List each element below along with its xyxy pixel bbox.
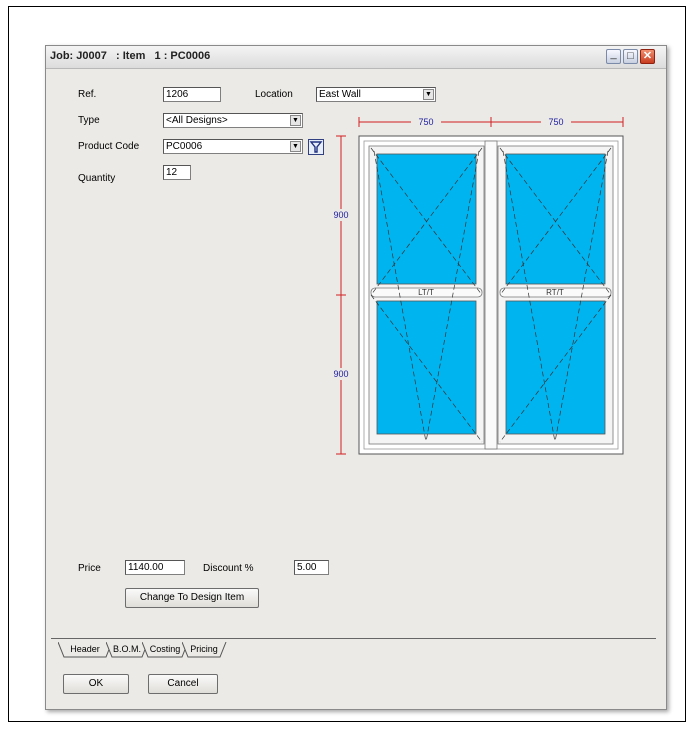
center-mullion [484, 140, 498, 450]
product-code-label: Product Code [78, 141, 140, 152]
tab-label: Header [70, 644, 100, 654]
type-label: Type [78, 115, 100, 126]
tab-label: Costing [149, 644, 181, 654]
location-select[interactable]: East Wall ▼ [316, 87, 436, 102]
quantity-input[interactable]: 12 [163, 165, 191, 180]
change-to-design-item-button[interactable]: Change To Design Item [125, 588, 259, 608]
width-right-label: 750 [548, 117, 563, 127]
tab-header[interactable]: Header [58, 642, 113, 658]
chevron-down-icon[interactable]: ▼ [290, 141, 301, 152]
window-design-drawing: 750 750 900 900 LT/T RT/T [330, 115, 624, 455]
type-select[interactable]: <All Designs> ▼ [163, 113, 303, 128]
close-icon: ✕ [642, 50, 653, 62]
ref-input[interactable]: 1206 [163, 87, 221, 102]
maximize-icon: □ [627, 50, 634, 62]
job-item-dialog: Job: J0007 : Item 1 : PC0006 _ □ ✕ Ref. … [45, 45, 667, 710]
minimize-icon: _ [610, 48, 617, 60]
chevron-down-icon[interactable]: ▼ [423, 89, 434, 100]
ref-label: Ref. [78, 89, 97, 100]
discount-label: Discount % [203, 563, 254, 574]
right-sash-label: RT/T [546, 288, 564, 297]
ok-button[interactable]: OK [63, 674, 129, 694]
filter-icon [309, 141, 323, 153]
left-bottom-glass [376, 300, 477, 435]
title-bar[interactable]: Job: J0007 : Item 1 : PC0006 _ □ ✕ [46, 46, 666, 69]
price-label: Price [78, 563, 101, 574]
right-top-glass [505, 153, 606, 285]
filter-button[interactable] [308, 139, 324, 155]
location-value: East Wall [319, 89, 361, 100]
close-button[interactable]: ✕ [640, 49, 655, 64]
maximize-button[interactable]: □ [623, 49, 638, 64]
height-top-label: 900 [333, 210, 348, 220]
type-value: <All Designs> [166, 115, 228, 126]
tab-label: Pricing [190, 644, 218, 654]
product-code-value: PC0006 [166, 141, 203, 152]
left-sash-label: LT/T [418, 288, 434, 297]
minimize-button[interactable]: _ [606, 49, 621, 64]
discount-input[interactable]: 5.00 [294, 560, 329, 575]
height-bottom-label: 900 [333, 369, 348, 379]
cancel-button[interactable]: Cancel [148, 674, 218, 694]
product-code-select[interactable]: PC0006 ▼ [163, 139, 303, 154]
width-left-label: 750 [418, 117, 433, 127]
tab-panel-border [51, 638, 656, 639]
tab-label: B.O.M. [112, 644, 141, 654]
window-title: Job: J0007 : Item 1 : PC0006 [50, 50, 211, 62]
right-bottom-glass [505, 300, 606, 435]
location-label: Location [255, 89, 293, 100]
tab-pricing[interactable]: Pricing [182, 642, 227, 658]
chevron-down-icon[interactable]: ▼ [290, 115, 301, 126]
left-top-glass [376, 153, 477, 285]
price-input[interactable]: 1140.00 [125, 560, 185, 575]
quantity-label: Quantity [78, 173, 116, 184]
